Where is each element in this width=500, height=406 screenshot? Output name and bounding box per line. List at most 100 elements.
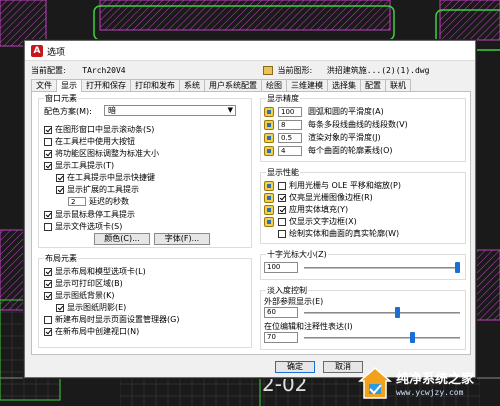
arc-smoothness-label: 圆弧和圆的平滑度(A) xyxy=(308,107,384,116)
large-buttons-label: 在工具栏中使用大按钮 xyxy=(55,137,135,146)
layout-tabs-label: 显示布局和模型选项卡(L) xyxy=(55,267,146,276)
current-drawing-label: 当前图形: xyxy=(277,66,313,75)
scrollbars-checkbox[interactable] xyxy=(44,125,52,134)
contour-lines-row: 4 每个曲面的轮廓素线(O) xyxy=(264,145,393,156)
crosshair-slider-thumb[interactable] xyxy=(455,262,460,273)
option-raster-ole-pan[interactable]: 利用光栅与 OLE 平移和缩放(P) xyxy=(264,180,401,191)
solid-fill-checkbox[interactable] xyxy=(278,205,286,214)
tab-files[interactable]: 文件 xyxy=(31,79,57,91)
option-paper-shadow[interactable]: 显示图纸阴影(E) xyxy=(56,302,126,313)
option-solid-fill[interactable]: 应用实体填充(Y) xyxy=(264,204,348,215)
render-smoothness-input[interactable]: 0.5 xyxy=(278,132,302,143)
text-frame-label: 仅显示文字边框(X) xyxy=(289,217,357,226)
display-performance-title: 显示性能 xyxy=(266,167,300,178)
option-layout-tabs[interactable]: 显示布局和模型选项卡(L) xyxy=(44,266,146,277)
watermark-url: www.ycwjzy.com xyxy=(396,388,464,397)
drawing-setting-icon xyxy=(264,180,274,191)
inplace-fade-input[interactable]: 70 xyxy=(264,332,298,343)
ribbon-icons-checkbox[interactable] xyxy=(44,149,52,158)
layout-tabs-checkbox[interactable] xyxy=(44,267,52,276)
extended-tooltips-checkbox[interactable] xyxy=(56,185,64,194)
crosshair-size-input[interactable]: 100 xyxy=(264,262,298,273)
option-scrollbars[interactable]: 在图形窗口中显示滚动条(S) xyxy=(44,124,154,135)
tooltips-checkbox[interactable] xyxy=(44,161,52,170)
option-tooltip-shortcuts[interactable]: 在工具提示中显示快捷键 xyxy=(56,172,155,183)
raster-ole-pan-label: 利用光栅与 OLE 平移和缩放(P) xyxy=(289,181,401,190)
tooltip-shortcuts-checkbox[interactable] xyxy=(56,173,64,182)
color-scheme-select[interactable]: 暗 ▼ xyxy=(104,105,236,116)
site-watermark: 纯净系统之家 www.ycwjzy.com xyxy=(356,362,500,406)
tab-drafting[interactable]: 绘图 xyxy=(261,79,287,91)
colors-button[interactable]: 颜色(C)... xyxy=(94,233,150,245)
option-create-viewport[interactable]: 在新布局中创建视口(N) xyxy=(44,326,139,337)
true-silhouettes-checkbox[interactable] xyxy=(278,229,286,238)
tooltips-label: 显示工具提示(T) xyxy=(55,161,115,170)
drawing-file-icon xyxy=(263,66,273,75)
option-large-buttons[interactable]: 在工具栏中使用大按钮 xyxy=(44,136,135,147)
option-text-frame[interactable]: 仅显示文字边框(X) xyxy=(264,216,357,227)
create-viewport-checkbox[interactable] xyxy=(44,327,52,336)
tab-display[interactable]: 显示 xyxy=(56,79,82,92)
contour-lines-input[interactable]: 4 xyxy=(278,145,302,156)
tab-open-save[interactable]: 打开和保存 xyxy=(81,79,131,91)
ok-button[interactable]: 确定 xyxy=(275,361,315,373)
paper-background-checkbox[interactable] xyxy=(44,291,52,300)
printable-area-checkbox[interactable] xyxy=(44,279,52,288)
tab-online[interactable]: 联机 xyxy=(385,79,411,91)
file-tabs-checkbox[interactable] xyxy=(44,222,52,231)
xref-fade-slider-thumb[interactable] xyxy=(394,307,400,318)
drawing-setting-icon xyxy=(264,216,274,227)
fonts-button[interactable]: 字体(F)... xyxy=(154,233,210,245)
raster-frame-label: 仅亮显光栅图像边框(R) xyxy=(289,193,373,202)
tab-plot-publish[interactable]: 打印和发布 xyxy=(130,79,180,91)
drawing-setting-icon xyxy=(264,204,274,215)
option-printable-area[interactable]: 显示可打印区域(B) xyxy=(44,278,123,289)
raster-ole-pan-checkbox[interactable] xyxy=(278,181,286,190)
option-paper-background[interactable]: 显示图纸背景(K) xyxy=(44,290,115,301)
dialog-title: 选项 xyxy=(47,48,66,58)
drawing-setting-icon xyxy=(264,106,274,117)
tab-bar: 文件 显示 打开和保存 打印和发布 系统 用户系统配置 绘图 三维建模 选择集 … xyxy=(31,79,411,92)
solid-fill-label: 应用实体填充(Y) xyxy=(289,205,349,214)
option-rollover-tooltips[interactable]: 显示鼠标悬停工具提示 xyxy=(44,209,135,220)
option-raster-frame[interactable]: 仅亮显光栅图像边框(R) xyxy=(264,192,373,203)
autocad-icon: A xyxy=(31,45,43,57)
option-true-silhouettes[interactable]: 绘制实体和曲面的真实轮廓(W) xyxy=(278,228,399,239)
render-smoothness-row: 0.5 渲染对象的平滑度(J) xyxy=(264,132,381,143)
tab-user-preferences[interactable]: 用户系统配置 xyxy=(204,79,262,91)
raster-frame-checkbox[interactable] xyxy=(278,193,286,202)
tab-3d-modeling[interactable]: 三维建模 xyxy=(286,79,328,91)
option-page-setup-manager[interactable]: 新建布局时显示页面设置管理器(G) xyxy=(44,314,179,325)
xref-fade-label: 外部参照显示(E) xyxy=(264,297,324,306)
tab-selection[interactable]: 选择集 xyxy=(327,79,361,91)
rollover-tooltips-checkbox[interactable] xyxy=(44,210,52,219)
option-extended-tooltips[interactable]: 显示扩展的工具提示 xyxy=(56,184,139,195)
display-resolution-title: 显示精度 xyxy=(266,93,300,104)
polyline-segments-input[interactable]: 8 xyxy=(278,119,302,130)
tooltip-delay-input[interactable]: 2 xyxy=(68,197,86,206)
dialog-titlebar[interactable]: A 选项 xyxy=(25,41,475,61)
tooltip-shortcuts-label: 在工具提示中显示快捷键 xyxy=(67,173,155,182)
ribbon-icons-label: 将功能区图标调整为标准大小 xyxy=(55,149,159,158)
inplace-fade-slider-thumb[interactable] xyxy=(409,332,415,343)
option-ribbon-icons[interactable]: 将功能区图标调整为标准大小 xyxy=(44,148,159,159)
arc-smoothness-input[interactable]: 100 xyxy=(278,106,302,117)
scrollbars-label: 在图形窗口中显示滚动条(S) xyxy=(55,125,155,134)
paper-shadow-checkbox[interactable] xyxy=(56,303,64,312)
inplace-fade-label: 在位编辑和注释性表达(I) xyxy=(264,322,353,331)
xref-fade-slider-track[interactable] xyxy=(304,312,460,314)
layout-elements-title: 布局元素 xyxy=(44,253,78,264)
option-file-tabs[interactable]: 显示文件选项卡(S) xyxy=(44,221,122,232)
paper-shadow-label: 显示图纸阴影(E) xyxy=(67,303,127,312)
crosshair-slider-track[interactable] xyxy=(304,267,460,269)
text-frame-checkbox[interactable] xyxy=(278,217,286,226)
xref-fade-input[interactable]: 60 xyxy=(264,307,298,318)
large-buttons-checkbox[interactable] xyxy=(44,137,52,146)
tab-system[interactable]: 系统 xyxy=(179,79,205,91)
current-profile: 当前配置: TArch20V4 xyxy=(31,65,126,76)
inplace-fade-slider-track[interactable] xyxy=(304,337,460,339)
drawing-setting-icon xyxy=(264,132,274,143)
page-setup-manager-checkbox[interactable] xyxy=(44,315,52,324)
tab-profiles[interactable]: 配置 xyxy=(360,79,386,91)
option-tooltips[interactable]: 显示工具提示(T) xyxy=(44,160,114,171)
